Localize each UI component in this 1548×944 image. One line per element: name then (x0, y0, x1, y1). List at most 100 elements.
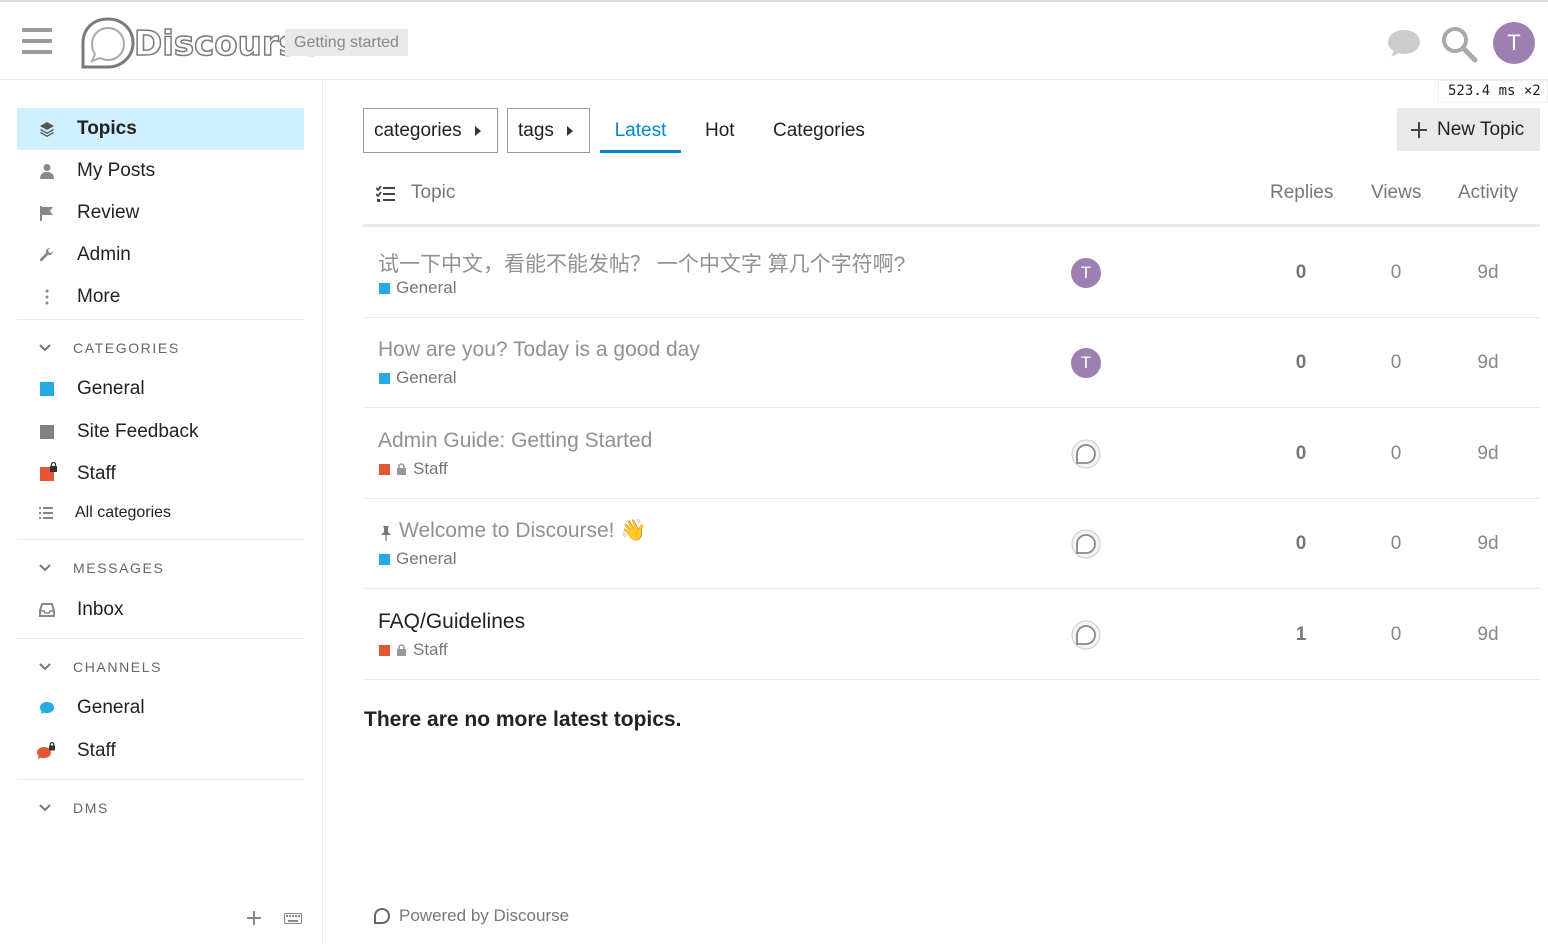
sidebar-item-category-staff[interactable]: Staff (17, 453, 304, 495)
column-header-topic[interactable]: Topic (411, 182, 455, 204)
activity-age[interactable]: 9d (1468, 262, 1508, 284)
views-count: 0 (1390, 262, 1402, 283)
replies-count: 0 (1295, 352, 1307, 373)
poster-avatar[interactable]: T (1071, 258, 1101, 288)
sidebar-item-label: General (77, 378, 145, 399)
sidebar-section-categories[interactable]: CATEGORIES (17, 336, 304, 360)
sidebar-item-topics[interactable]: Topics (17, 108, 304, 150)
dropdown-label: tags (518, 119, 554, 141)
sidebar-item-label: Staff (77, 463, 116, 484)
sidebar-divider (17, 539, 304, 540)
column-header-replies[interactable]: Replies (1270, 182, 1333, 204)
user-avatar[interactable]: T (1493, 22, 1535, 64)
category-name: Staff (413, 459, 448, 478)
topic-category-badge[interactable]: General (379, 549, 456, 569)
keyboard-icon[interactable] (284, 913, 302, 924)
category-name: General (396, 549, 457, 568)
sidebar-divider (17, 638, 304, 639)
views-count: 0 (1390, 533, 1402, 554)
sidebar-divider (17, 779, 304, 780)
locked-chat-bubble-icon (17, 742, 77, 760)
category-square-icon (17, 382, 77, 396)
discourse-logo-icon (374, 908, 390, 924)
chevron-down-icon (17, 564, 73, 572)
site-logo[interactable]: Discourse (80, 16, 323, 70)
topic-title-link[interactable]: Welcome to Discourse! 👋 (399, 519, 647, 543)
chat-bubble-icon (17, 701, 77, 715)
tab-hot[interactable]: Hot (705, 108, 735, 153)
topic-title-link[interactable]: 试一下中文，看能不能发帖？ 一个中文字 算几个字符啊? (378, 248, 905, 278)
views-count: 0 (1390, 624, 1402, 645)
sidebar-item-more[interactable]: More (17, 276, 304, 318)
tab-latest[interactable]: Latest (600, 108, 681, 153)
system-avatar-icon[interactable] (1071, 620, 1101, 650)
sidebar-item-label: General (77, 697, 145, 718)
section-title: CATEGORIES (73, 340, 180, 356)
column-header-views[interactable]: Views (1371, 182, 1421, 204)
sidebar-item-label: Review (77, 202, 140, 223)
category-name: General (396, 278, 457, 297)
topic-category-badge[interactable]: Staff (379, 640, 448, 660)
topic-title-link[interactable]: FAQ/Guidelines (378, 610, 525, 634)
poster-avatar[interactable]: T (1071, 348, 1101, 378)
sidebar-item-label: Inbox (77, 599, 124, 620)
sidebar-item-review[interactable]: Review (17, 192, 304, 234)
section-title: DMS (73, 800, 109, 816)
category-name: General (396, 368, 457, 387)
sidebar-item-label: Staff (77, 740, 116, 761)
views-count: 0 (1390, 352, 1402, 373)
column-header-activity[interactable]: Activity (1458, 182, 1518, 204)
topic-title-link[interactable]: How are you? Today is a good day (378, 338, 700, 362)
activity-age[interactable]: 9d (1468, 533, 1508, 555)
table-header-divider (363, 224, 1540, 227)
sidebar-item-inbox[interactable]: Inbox (17, 589, 304, 631)
topic-row: Welcome to Discourse! 👋 General 0 0 9d (363, 499, 1540, 589)
topic-category-badge[interactable]: Staff (379, 459, 448, 479)
plus-icon[interactable] (247, 911, 261, 925)
new-topic-button[interactable]: New Topic (1397, 108, 1540, 151)
replies-count: 0 (1295, 262, 1307, 283)
hamburger-menu-icon[interactable] (22, 28, 52, 56)
layers-icon (17, 121, 77, 137)
sidebar-item-channel-general[interactable]: General (17, 687, 304, 729)
tags-dropdown[interactable]: tags (507, 108, 590, 153)
category-square-icon (379, 553, 390, 565)
activity-age[interactable]: 9d (1468, 624, 1508, 646)
getting-started-badge[interactable]: Getting started (285, 29, 408, 56)
sidebar-item-category-site-feedback[interactable]: Site Feedback (17, 411, 304, 453)
sidebar-item-category-general[interactable]: General (17, 368, 304, 410)
tab-categories[interactable]: Categories (773, 108, 865, 153)
sidebar-section-messages[interactable]: MESSAGES (17, 556, 304, 580)
user-icon (17, 163, 77, 179)
topic-row: How are you? Today is a good day General… (363, 318, 1540, 408)
topic-category-badge[interactable]: General (379, 368, 456, 388)
bulk-select-icon[interactable] (376, 186, 396, 203)
section-title: MESSAGES (73, 560, 165, 576)
sidebar-section-dms[interactable]: DMS (17, 796, 304, 820)
powered-by-link[interactable]: Powered by Discourse (374, 906, 569, 926)
topic-row: Admin Guide: Getting Started Staff 0 0 9… (363, 409, 1540, 499)
sidebar-item-channel-staff[interactable]: Staff (17, 730, 304, 772)
topic-category-badge[interactable]: General (379, 278, 456, 298)
sidebar-item-label: Topics (77, 118, 137, 139)
views-count: 0 (1390, 443, 1402, 464)
sidebar-item-my-posts[interactable]: My Posts (17, 150, 304, 192)
chat-bubble-icon[interactable] (1386, 26, 1422, 60)
system-avatar-icon[interactable] (1071, 529, 1101, 559)
categories-dropdown[interactable]: categories (363, 108, 498, 153)
activity-age[interactable]: 9d (1468, 352, 1508, 374)
replies-count: 0 (1295, 533, 1307, 554)
sidebar-item-all-categories[interactable]: All categories (17, 492, 304, 534)
dropdown-label: categories (374, 119, 462, 141)
sidebar-section-channels[interactable]: CHANNELS (17, 655, 304, 679)
system-avatar-icon[interactable] (1071, 439, 1101, 469)
new-topic-label: New Topic (1437, 118, 1525, 140)
topic-row: 试一下中文，看能不能发帖？ 一个中文字 算几个字符啊? General T 0 … (363, 228, 1540, 318)
search-icon[interactable] (1440, 25, 1478, 63)
activity-age[interactable]: 9d (1468, 443, 1508, 465)
profiler-timing[interactable]: 523.4 ms ×2 (1438, 80, 1548, 103)
inbox-icon (17, 603, 77, 617)
sidebar-item-label: All categories (75, 504, 172, 521)
topic-title-link[interactable]: Admin Guide: Getting Started (378, 429, 652, 453)
sidebar-item-admin[interactable]: Admin (17, 234, 304, 276)
